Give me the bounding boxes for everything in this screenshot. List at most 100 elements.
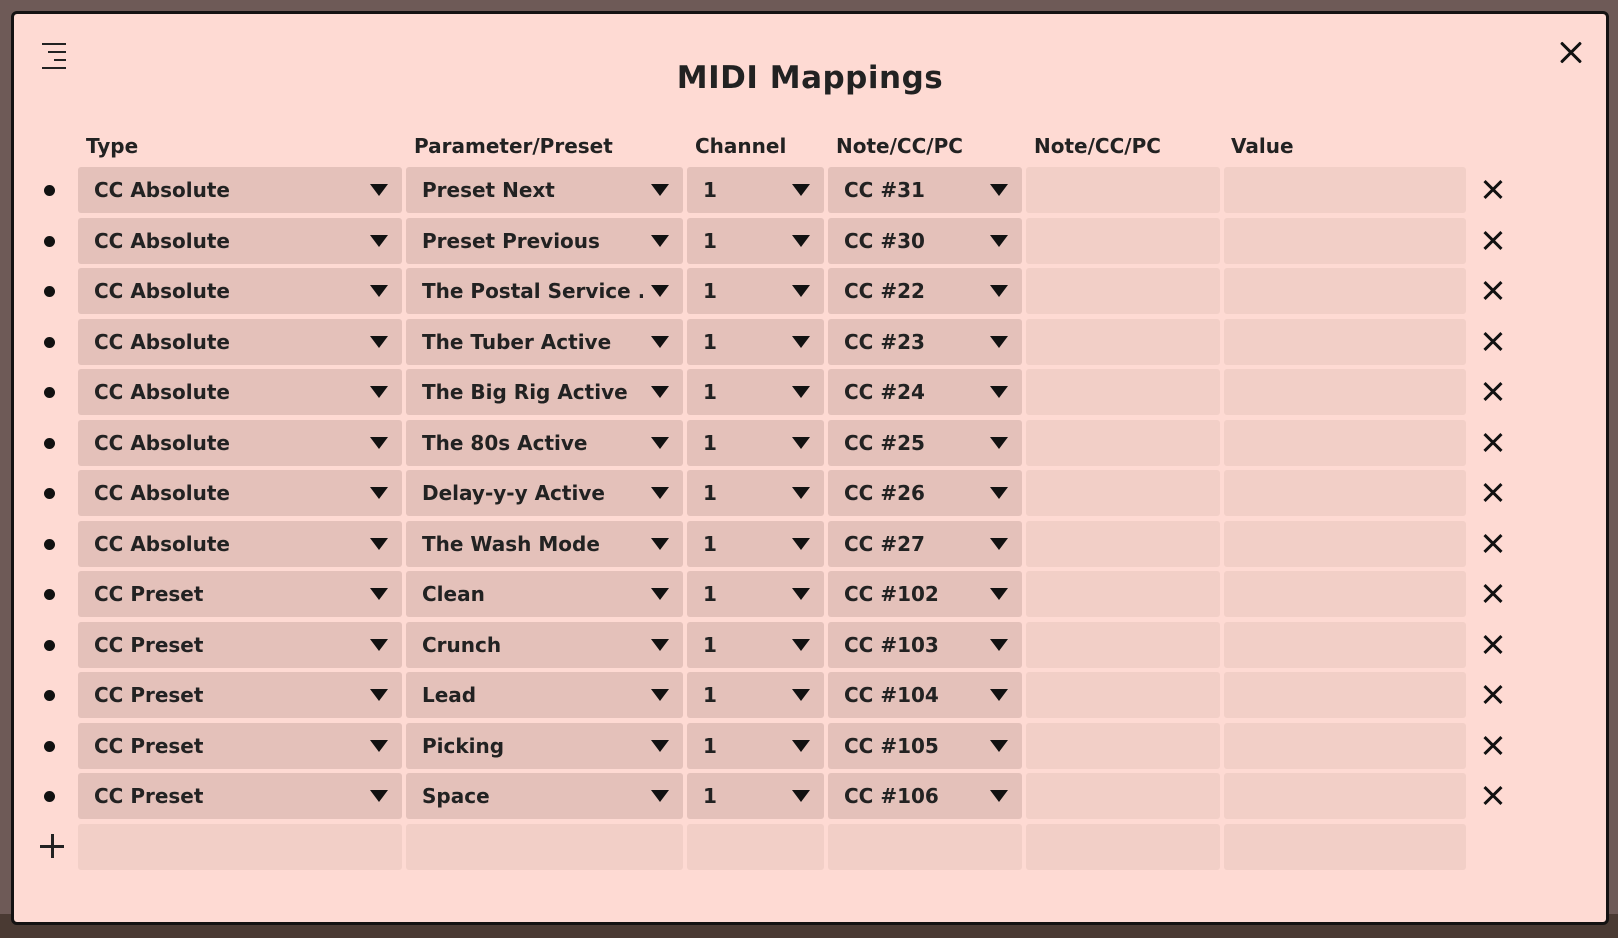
note-cc-pc-select[interactable]: CC #24 <box>828 369 1022 415</box>
parameter-select[interactable]: Preset Next <box>406 167 683 213</box>
note-cc-pc-2-field[interactable] <box>1026 722 1220 769</box>
note-cc-pc-2-field[interactable] <box>1026 571 1220 617</box>
type-select[interactable]: CC Preset <box>78 621 402 668</box>
channel-select[interactable]: 1 <box>687 217 824 264</box>
parameter-select[interactable]: Delay-y-y Active <box>406 470 683 516</box>
note-cc-pc-2-field[interactable] <box>1026 520 1220 567</box>
type-select[interactable]: CC Absolute <box>78 470 402 516</box>
parameter-select[interactable]: The 80s Active <box>406 419 683 466</box>
type-select-value: CC Preset <box>94 683 204 707</box>
type-select[interactable]: CC Absolute <box>78 167 402 213</box>
delete-row-icon[interactable] <box>1480 581 1506 607</box>
note-cc-pc-select[interactable]: CC #23 <box>828 318 1022 365</box>
note-cc-pc-select[interactable]: CC #103 <box>828 621 1022 668</box>
value-field[interactable] <box>1224 369 1466 415</box>
value-field[interactable] <box>1224 722 1466 769</box>
note-cc-pc-select[interactable]: CC #102 <box>828 571 1022 617</box>
value-field[interactable] <box>1224 672 1466 718</box>
note-cc-pc-2-field[interactable] <box>1026 621 1220 668</box>
new-type-field[interactable] <box>78 824 402 870</box>
type-select[interactable]: CC Absolute <box>78 369 402 415</box>
note-cc-pc-select[interactable]: CC #26 <box>828 470 1022 516</box>
note-cc-pc-select[interactable]: CC #22 <box>828 268 1022 314</box>
new-note-cc-pc-2-field[interactable] <box>1026 824 1220 870</box>
value-field[interactable] <box>1224 520 1466 567</box>
type-select[interactable]: CC Absolute <box>78 217 402 264</box>
value-field[interactable] <box>1224 470 1466 516</box>
channel-select[interactable]: 1 <box>687 621 824 668</box>
note-cc-pc-select[interactable]: CC #31 <box>828 167 1022 213</box>
type-select[interactable]: CC Absolute <box>78 419 402 466</box>
type-select[interactable]: CC Absolute <box>78 268 402 314</box>
delete-row-icon[interactable] <box>1480 682 1506 708</box>
delete-row-icon[interactable] <box>1480 278 1506 304</box>
parameter-select[interactable]: The Big Rig Active <box>406 369 683 415</box>
new-note-cc-pc-field[interactable] <box>828 824 1022 870</box>
note-cc-pc-select[interactable]: CC #25 <box>828 419 1022 466</box>
channel-select[interactable]: 1 <box>687 419 824 466</box>
type-select[interactable]: CC Preset <box>78 773 402 819</box>
value-field[interactable] <box>1224 419 1466 466</box>
parameter-select[interactable]: The Wash Mode <box>406 520 683 567</box>
note-cc-pc-select[interactable]: CC #104 <box>828 672 1022 718</box>
note-cc-pc-select[interactable]: CC #27 <box>828 520 1022 567</box>
parameter-select[interactable]: Picking <box>406 722 683 769</box>
value-field[interactable] <box>1224 268 1466 314</box>
parameter-select[interactable]: Crunch <box>406 621 683 668</box>
channel-select[interactable]: 1 <box>687 773 824 819</box>
value-field[interactable] <box>1224 318 1466 365</box>
type-select[interactable]: CC Preset <box>78 571 402 617</box>
note-cc-pc-2-field[interactable] <box>1026 167 1220 213</box>
delete-row-icon[interactable] <box>1480 733 1506 759</box>
value-field[interactable] <box>1224 571 1466 617</box>
new-parameter-field[interactable] <box>406 824 683 870</box>
parameter-select-value: Delay-y-y Active <box>422 481 605 505</box>
value-field[interactable] <box>1224 773 1466 819</box>
new-value-field[interactable] <box>1224 824 1466 870</box>
parameter-select[interactable]: The Tuber Active <box>406 318 683 365</box>
delete-row-icon[interactable] <box>1480 228 1506 254</box>
type-select[interactable]: CC Absolute <box>78 318 402 365</box>
note-cc-pc-2-field[interactable] <box>1026 470 1220 516</box>
channel-select[interactable]: 1 <box>687 672 824 718</box>
note-cc-pc-2-field[interactable] <box>1026 318 1220 365</box>
note-cc-pc-2-field[interactable] <box>1026 419 1220 466</box>
note-cc-pc-2-field[interactable] <box>1026 217 1220 264</box>
note-cc-pc-select[interactable]: CC #105 <box>828 722 1022 769</box>
delete-row-icon[interactable] <box>1480 329 1506 355</box>
channel-select[interactable]: 1 <box>687 268 824 314</box>
channel-select[interactable]: 1 <box>687 318 824 365</box>
type-select[interactable]: CC Preset <box>78 722 402 769</box>
note-cc-pc-2-field[interactable] <box>1026 369 1220 415</box>
delete-row-icon[interactable] <box>1480 783 1506 809</box>
note-cc-pc-2-field[interactable] <box>1026 672 1220 718</box>
delete-row-icon[interactable] <box>1480 379 1506 405</box>
type-select[interactable]: CC Preset <box>78 672 402 718</box>
note-cc-pc-select[interactable]: CC #30 <box>828 217 1022 264</box>
value-field[interactable] <box>1224 167 1466 213</box>
parameter-select[interactable]: Preset Previous <box>406 217 683 264</box>
channel-select[interactable]: 1 <box>687 722 824 769</box>
value-field[interactable] <box>1224 217 1466 264</box>
note-cc-pc-2-field[interactable] <box>1026 268 1220 314</box>
delete-row-icon[interactable] <box>1480 177 1506 203</box>
delete-row-icon[interactable] <box>1480 632 1506 658</box>
value-field[interactable] <box>1224 621 1466 668</box>
channel-select[interactable]: 1 <box>687 520 824 567</box>
channel-select[interactable]: 1 <box>687 470 824 516</box>
channel-select[interactable]: 1 <box>687 369 824 415</box>
add-row-icon[interactable] <box>40 834 64 858</box>
parameter-select[interactable]: Space <box>406 773 683 819</box>
parameter-select[interactable]: Lead <box>406 672 683 718</box>
note-cc-pc-2-field[interactable] <box>1026 773 1220 819</box>
new-channel-field[interactable] <box>687 824 824 870</box>
parameter-select[interactable]: The Postal Service ... <box>406 268 683 314</box>
type-select[interactable]: CC Absolute <box>78 520 402 567</box>
note-cc-pc-select[interactable]: CC #106 <box>828 773 1022 819</box>
delete-row-icon[interactable] <box>1480 531 1506 557</box>
delete-row-icon[interactable] <box>1480 480 1506 506</box>
parameter-select[interactable]: Clean <box>406 571 683 617</box>
channel-select[interactable]: 1 <box>687 571 824 617</box>
channel-select[interactable]: 1 <box>687 167 824 213</box>
delete-row-icon[interactable] <box>1480 430 1506 456</box>
